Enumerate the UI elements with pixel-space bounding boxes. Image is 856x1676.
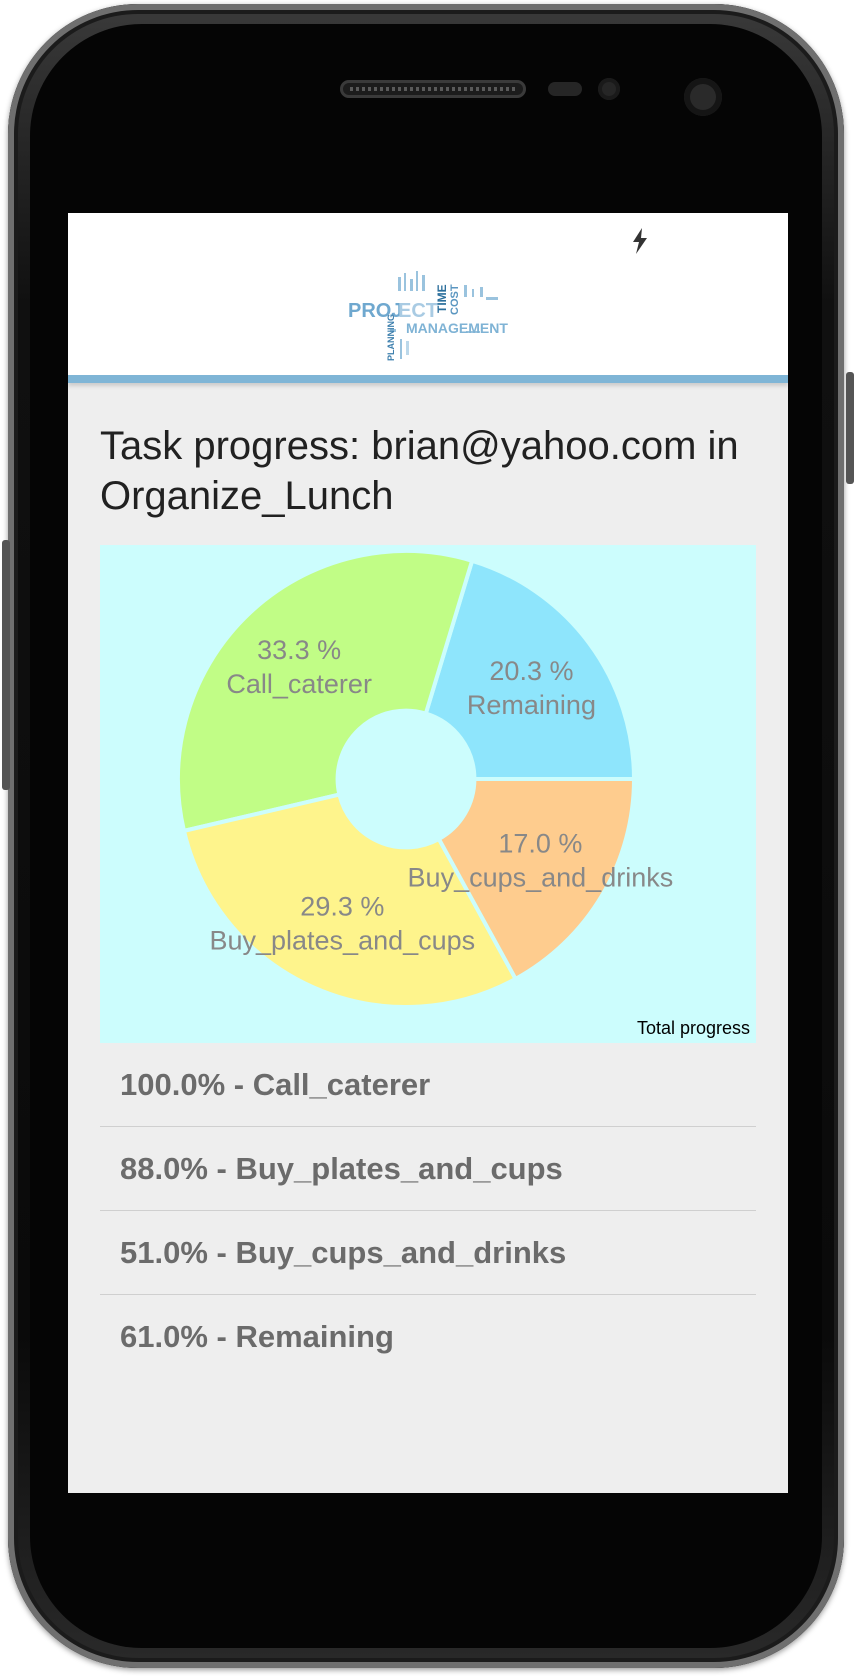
pie-value-label: 20.3 % (489, 656, 573, 686)
speaker-grille (340, 80, 526, 98)
light-sensor (598, 78, 620, 100)
power-button (846, 372, 854, 484)
task-item-remaining[interactable]: 61.0% - Remaining (100, 1295, 756, 1379)
proximity-sensor (548, 82, 582, 96)
svg-text:PLANNING: PLANNING (386, 314, 396, 361)
flash-icon[interactable] (628, 227, 652, 255)
pie-category-label: Call_caterer (226, 669, 372, 699)
svg-text:ECT: ECT (398, 300, 438, 322)
task-item-call-caterer[interactable]: 100.0% - Call_caterer (100, 1043, 756, 1127)
svg-text:COST: COST (449, 284, 461, 315)
front-camera (684, 78, 722, 116)
task-item-buy-cups-and-drinks[interactable]: 51.0% - Buy_cups_and_drinks (100, 1211, 756, 1295)
pie-category-label: Remaining (467, 690, 596, 720)
pie-value-label: 33.3 % (257, 635, 341, 665)
volume-button (2, 540, 10, 790)
svg-text:MANAGEMENT: MANAGEMENT (406, 320, 508, 336)
pie-category-label: Buy_cups_and_drinks (408, 863, 674, 893)
progress-pie-chart: 20.3 % Remaining 33.3 % Call_caterer 29.3 % B… (100, 545, 756, 1043)
task-item-buy-plates-and-cups[interactable]: 88.0% - Buy_plates_and_cups (100, 1127, 756, 1211)
page-title: Task progress: brian@yahoo.com in Organi… (100, 424, 739, 518)
pie-value-label: 17.0 % (498, 829, 582, 859)
pie-category-label: Buy_plates_and_cups (209, 926, 475, 956)
task-progress-list: 100.0% - Call_caterer 88.0% - Buy_plates… (100, 1043, 756, 1379)
pie-value-label: 29.3 % (300, 892, 384, 922)
app-bar: PROJ ECT TIME COST MANAGEMENT PLANNING (68, 213, 788, 383)
project-management-logo: PROJ ECT TIME COST MANAGEMENT PLANNING (348, 271, 508, 361)
pie-chart-svg: 20.3 % Remaining 33.3 % Call_caterer 29.3 % B… (176, 549, 674, 1009)
app-screen: PROJ ECT TIME COST MANAGEMENT PLANNING T… (68, 213, 788, 1493)
chart-description: Total progress (636, 1018, 750, 1038)
svg-text:TIME: TIME (435, 284, 449, 313)
